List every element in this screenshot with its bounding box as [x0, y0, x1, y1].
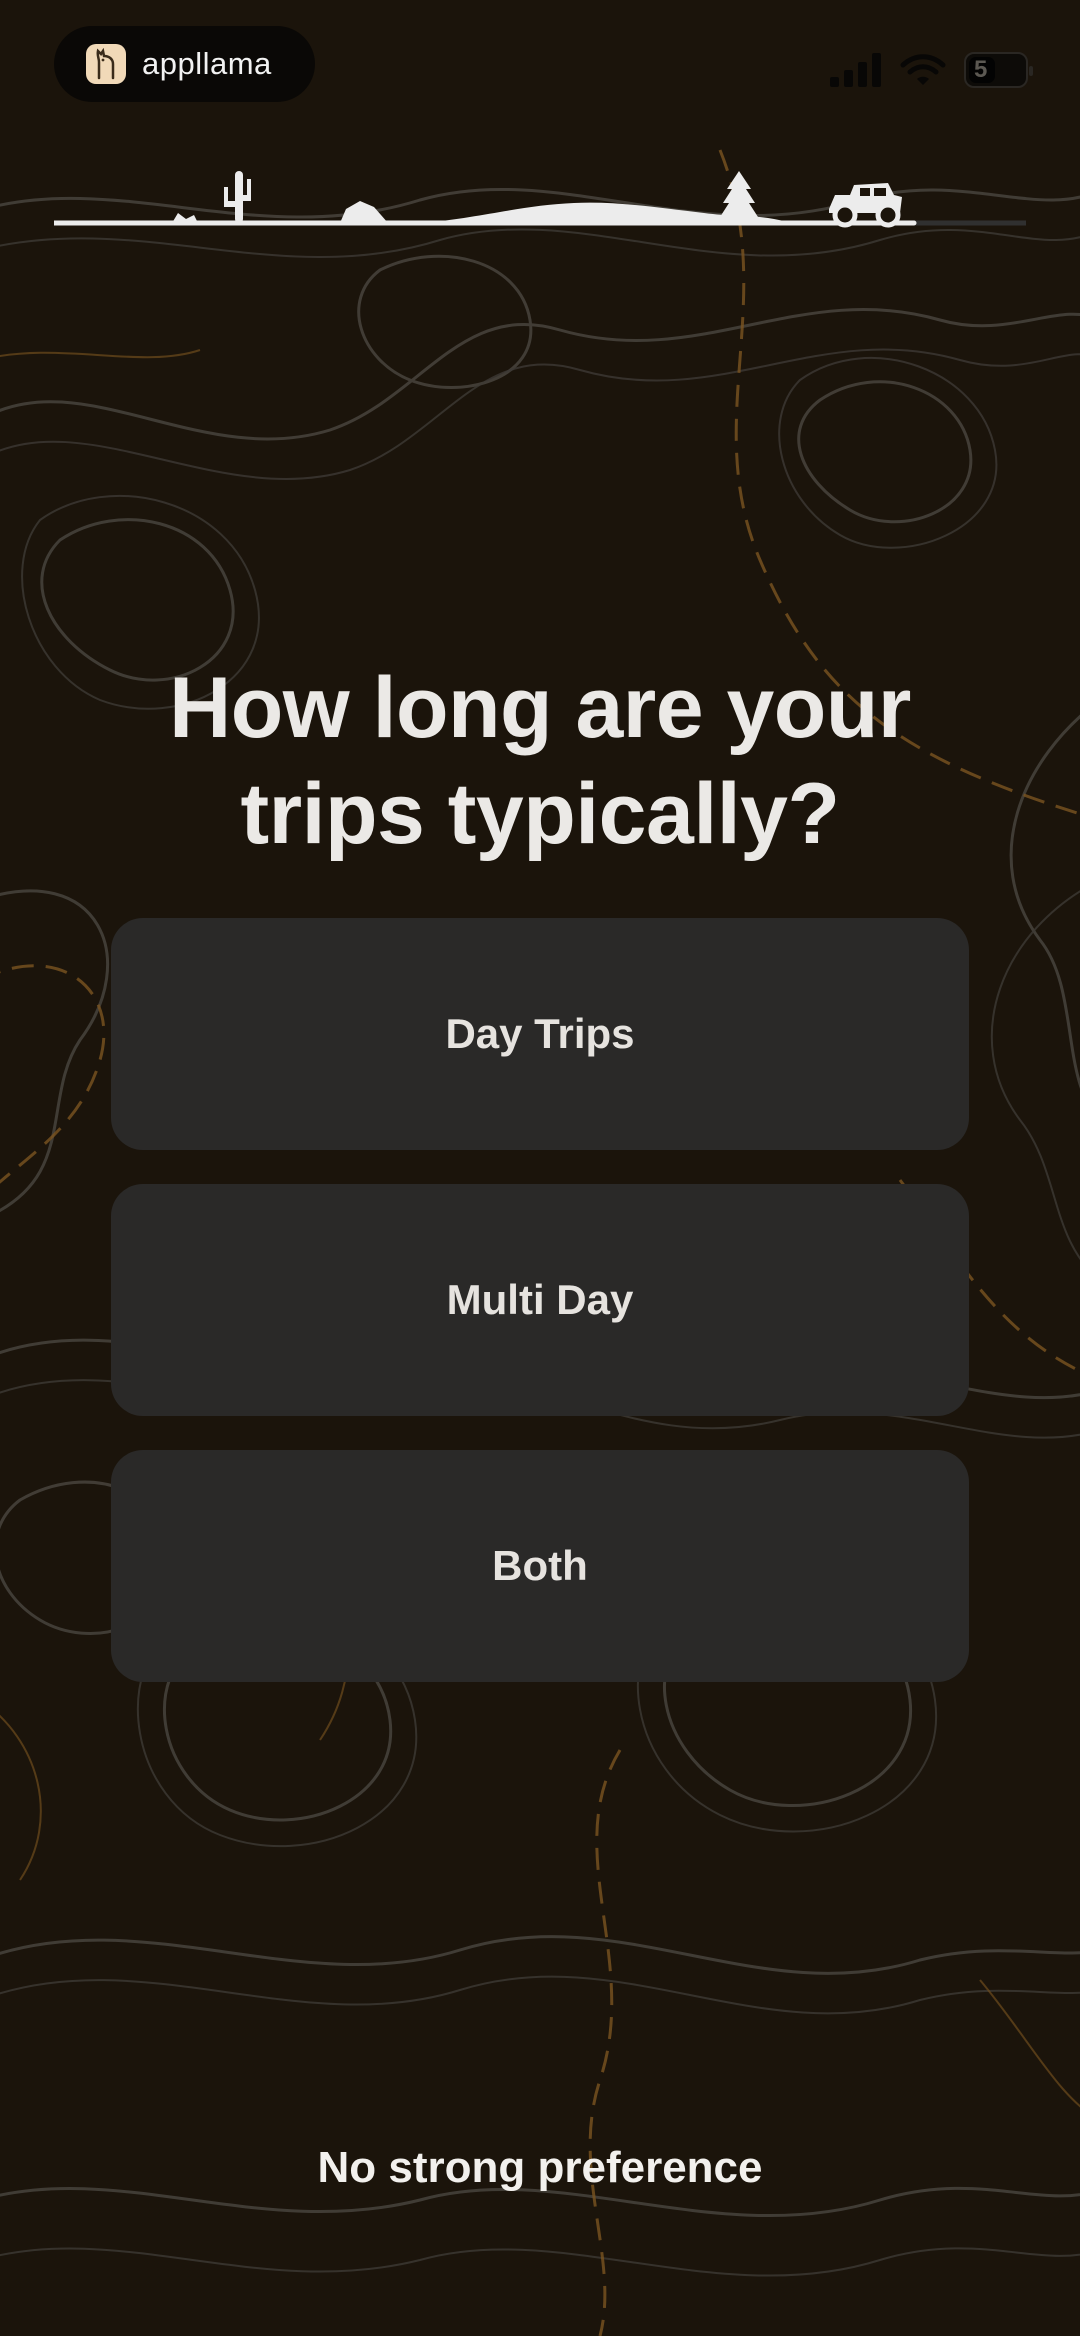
question-line-1: How long are your: [169, 660, 911, 756]
option-label: Multi Day: [446, 1276, 634, 1323]
progress-landscape: [54, 171, 1026, 228]
onboarding-screen: appllama 5 How long are your trips typic…: [0, 0, 1080, 2336]
question-line-2: trips typically?: [240, 766, 840, 862]
option-both-button[interactable]: Both: [111, 1450, 969, 1682]
battery-level: 5: [974, 56, 988, 83]
battery-indicator: 5: [964, 52, 1033, 88]
app-badge: appllama: [54, 26, 315, 102]
topographic-map-background: [0, 149, 1080, 2336]
option-label: Day Trips: [445, 1010, 635, 1057]
cellular-signal-icon: [830, 53, 881, 87]
rock-icon: [340, 201, 388, 223]
question-title: How long are your trips typically?: [100, 655, 980, 867]
app-name: appllama: [142, 46, 272, 81]
option-label: Both: [492, 1542, 588, 1589]
no-preference-link[interactable]: No strong preference: [0, 2143, 1080, 2193]
wifi-icon: [900, 54, 946, 85]
option-day-trips-button[interactable]: Day Trips: [111, 918, 969, 1150]
status-indicators: 5: [830, 50, 1033, 90]
llama-icon: [86, 44, 126, 84]
offroad-jeep-icon: [829, 183, 902, 228]
cactus-icon: [172, 171, 251, 223]
pine-tree-icon: [720, 171, 758, 223]
option-multi-day-button[interactable]: Multi Day: [111, 1184, 969, 1416]
